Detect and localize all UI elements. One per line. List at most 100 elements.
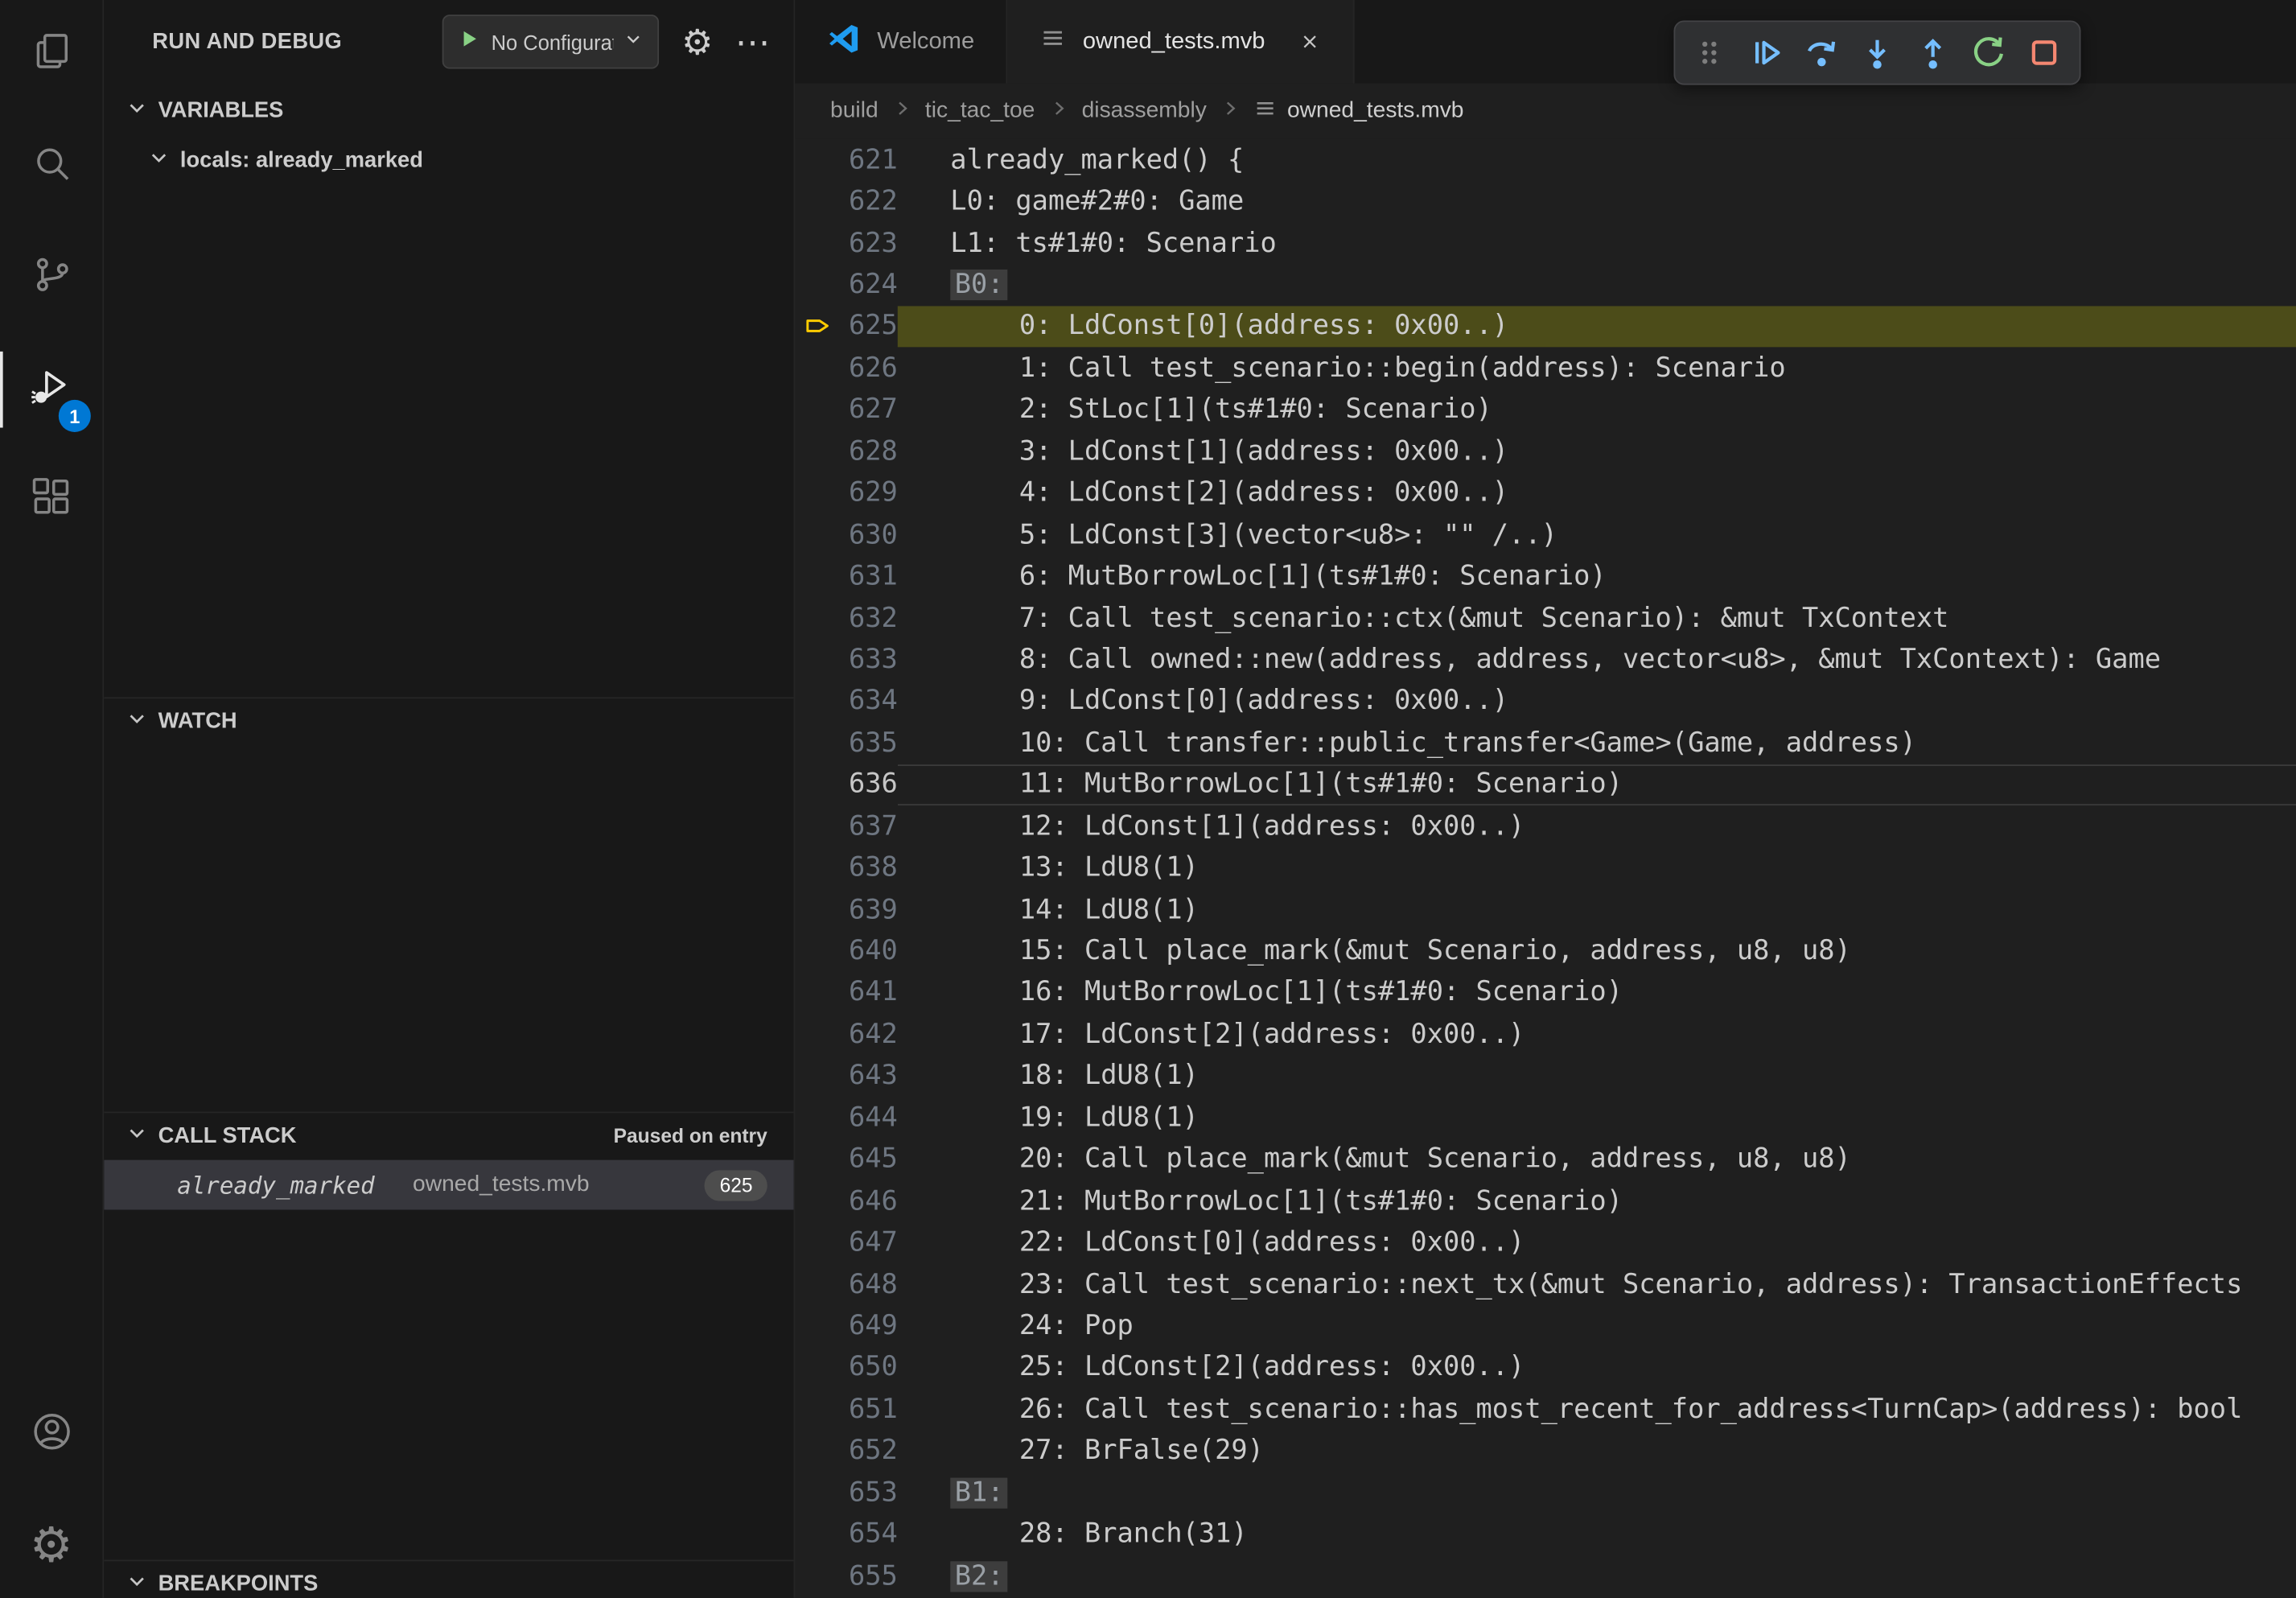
code-line-655[interactable]: 655B2: xyxy=(795,1555,2296,1597)
activity-item-search[interactable] xyxy=(0,111,102,222)
code-line-629[interactable]: 6294: LdConst[2](address: 0x00..) xyxy=(795,472,2296,514)
stop-button[interactable] xyxy=(2016,23,2072,82)
continue-button[interactable] xyxy=(1738,23,1794,82)
code-line-641[interactable]: 64116: MutBorrowLoc[1](ts#1#0: Scenario) xyxy=(795,972,2296,1014)
code-line-638[interactable]: 63813: LdU8(1) xyxy=(795,847,2296,889)
code-text: 7: Call test_scenario::ctx(&mut Scenario… xyxy=(898,597,2296,639)
code-line-636[interactable]: 63611: MutBorrowLoc[1](ts#1#0: Scenario) xyxy=(795,764,2296,805)
code-line-645[interactable]: 64520: Call place_mark(&mut Scenario, ad… xyxy=(795,1139,2296,1180)
debug-settings-gear-icon[interactable]: ⚙ xyxy=(681,24,713,60)
code-line-643[interactable]: 64318: LdU8(1) xyxy=(795,1056,2296,1098)
code-line-624[interactable]: 624B0: xyxy=(795,264,2296,306)
code-text: B1: xyxy=(898,1472,2296,1514)
close-icon[interactable] xyxy=(1298,31,1320,52)
line-number: 640 xyxy=(833,936,898,966)
debug-step-arrow-icon[interactable] xyxy=(795,315,833,337)
code-text: L1: ts#1#0: Scenario xyxy=(898,222,2296,264)
section-breakpoints[interactable]: BREAKPOINTS xyxy=(104,1560,793,1598)
code-text: 20: Call place_mark(&mut Scenario, addre… xyxy=(898,1139,2296,1180)
code-line-637[interactable]: 63712: LdConst[1](address: 0x00..) xyxy=(795,805,2296,847)
activity-bar-top: 1 xyxy=(0,0,102,557)
code-line-651[interactable]: 65126: Call test_scenario::has_most_rece… xyxy=(795,1389,2296,1431)
play-icon xyxy=(459,27,481,56)
code-line-625[interactable]: 6250: LdConst[0](address: 0x00..) xyxy=(795,306,2296,348)
activity-item-source-control[interactable] xyxy=(0,223,102,334)
code-text: 4: LdConst[2](address: 0x00..) xyxy=(898,472,2296,514)
chevron-down-icon xyxy=(148,146,170,174)
code-text: 11: MutBorrowLoc[1](ts#1#0: Scenario) xyxy=(898,764,2296,805)
code-line-630[interactable]: 6305: LdConst[3](vector<u8>: "" /..) xyxy=(795,514,2296,556)
code-text: 16: MutBorrowLoc[1](ts#1#0: Scenario) xyxy=(898,972,2296,1014)
code-line-634[interactable]: 6349: LdConst[0](address: 0x00..) xyxy=(795,681,2296,723)
code-line-627[interactable]: 6272: StLoc[1](ts#1#0: Scenario) xyxy=(795,389,2296,430)
variables-scope-locals[interactable]: locals: already_marked xyxy=(104,139,793,180)
code-text: B2: xyxy=(898,1555,2296,1597)
breadcrumb-item-file[interactable]: owned_tests.mvb xyxy=(1253,96,1463,126)
code-line-635[interactable]: 63510: Call transfer::public_transfer<Ga… xyxy=(795,723,2296,764)
code-text: B0: xyxy=(898,264,2296,306)
code-line-646[interactable]: 64621: MutBorrowLoc[1](ts#1#0: Scenario) xyxy=(795,1180,2296,1222)
line-number: 621 xyxy=(833,145,898,175)
code-line-621[interactable]: 621already_marked() { xyxy=(795,139,2296,181)
frame-function-name: already_marked xyxy=(177,1171,374,1199)
start-debug-config-button[interactable]: No Configurations xyxy=(443,14,660,68)
code-text: 10: Call transfer::public_transfer<Game>… xyxy=(898,723,2296,764)
line-number: 626 xyxy=(833,352,898,383)
code-text: 28: Branch(31) xyxy=(898,1514,2296,1555)
breadcrumb-item-disassembly[interactable]: disassembly xyxy=(1082,98,1207,125)
breadcrumb-item-tic-tac-toe[interactable]: tic_tac_toe xyxy=(925,98,1035,125)
code-line-648[interactable]: 64823: Call test_scenario::next_tx(&mut … xyxy=(795,1263,2296,1305)
code-line-642[interactable]: 64217: LdConst[2](address: 0x00..) xyxy=(795,1014,2296,1056)
more-actions-icon[interactable]: ⋯ xyxy=(735,24,771,60)
code-line-652[interactable]: 65227: BrFalse(29) xyxy=(795,1431,2296,1472)
step-out-button[interactable] xyxy=(1905,23,1961,82)
code-text: 3: LdConst[1](address: 0x00..) xyxy=(898,430,2296,472)
section-variables[interactable]: VARIABLES xyxy=(104,88,793,132)
activity-item-explorer[interactable] xyxy=(0,0,102,111)
step-into-button[interactable] xyxy=(1850,23,1905,82)
breadcrumb-item-build[interactable]: build xyxy=(830,98,878,125)
code-line-623[interactable]: 623L1: ts#1#0: Scenario xyxy=(795,222,2296,264)
activity-item-extensions[interactable] xyxy=(0,445,102,556)
activity-item-settings[interactable]: ⚙ xyxy=(0,1489,102,1598)
line-number: 638 xyxy=(833,853,898,883)
code-text: 9: LdConst[0](address: 0x00..) xyxy=(898,681,2296,723)
step-over-button[interactable] xyxy=(1794,23,1850,82)
code-text: 22: LdConst[0](address: 0x00..) xyxy=(898,1222,2296,1264)
code-text: 19: LdU8(1) xyxy=(898,1097,2296,1139)
code-line-640[interactable]: 64015: Call place_mark(&mut Scenario, ad… xyxy=(795,930,2296,972)
code-line-653[interactable]: 653B1: xyxy=(795,1472,2296,1514)
code-line-628[interactable]: 6283: LdConst[1](address: 0x00..) xyxy=(795,430,2296,472)
disassembly-file-icon xyxy=(1040,25,1067,59)
tab-welcome[interactable]: Welcome xyxy=(795,0,1008,84)
code-text: 23: Call test_scenario::next_tx(&mut Sce… xyxy=(898,1263,2296,1305)
line-number: 627 xyxy=(833,394,898,425)
code-line-647[interactable]: 64722: LdConst[0](address: 0x00..) xyxy=(795,1222,2296,1264)
code-text: 18: LdU8(1) xyxy=(898,1056,2296,1098)
code-line-622[interactable]: 622L0: game#2#0: Game xyxy=(795,181,2296,223)
activity-item-run-and-debug[interactable]: 1 xyxy=(0,334,102,445)
activity-item-accounts[interactable] xyxy=(0,1381,102,1489)
code-line-649[interactable]: 64924: Pop xyxy=(795,1305,2296,1347)
line-number: 637 xyxy=(833,811,898,842)
code-line-626[interactable]: 6261: Call test_scenario::begin(address)… xyxy=(795,348,2296,389)
tab-label: owned_tests.mvb xyxy=(1083,28,1265,55)
section-call-stack[interactable]: CALL STACK Paused on entry xyxy=(104,1112,793,1157)
restart-button[interactable] xyxy=(1961,23,2016,82)
code-line-631[interactable]: 6316: MutBorrowLoc[1](ts#1#0: Scenario) xyxy=(795,556,2296,598)
line-number: 654 xyxy=(833,1519,898,1550)
line-number: 653 xyxy=(833,1477,898,1508)
code-line-632[interactable]: 6327: Call test_scenario::ctx(&mut Scena… xyxy=(795,597,2296,639)
chevron-down-icon xyxy=(624,28,644,55)
section-watch[interactable]: WATCH xyxy=(104,697,793,742)
code-text: 27: BrFalse(29) xyxy=(898,1431,2296,1472)
line-number: 634 xyxy=(833,686,898,717)
code-line-650[interactable]: 65025: LdConst[2](address: 0x00..) xyxy=(795,1347,2296,1389)
call-stack-frame[interactable]: already_marked owned_tests.mvb 625 xyxy=(104,1160,793,1210)
code-line-644[interactable]: 64419: LdU8(1) xyxy=(795,1097,2296,1139)
code-line-633[interactable]: 6338: Call owned::new(address, address, … xyxy=(795,639,2296,681)
drag-handle-icon[interactable] xyxy=(1682,23,1738,82)
tab-owned-tests[interactable]: owned_tests.mvb xyxy=(1008,0,1355,84)
code-line-639[interactable]: 63914: LdU8(1) xyxy=(795,889,2296,931)
code-line-654[interactable]: 65428: Branch(31) xyxy=(795,1514,2296,1555)
